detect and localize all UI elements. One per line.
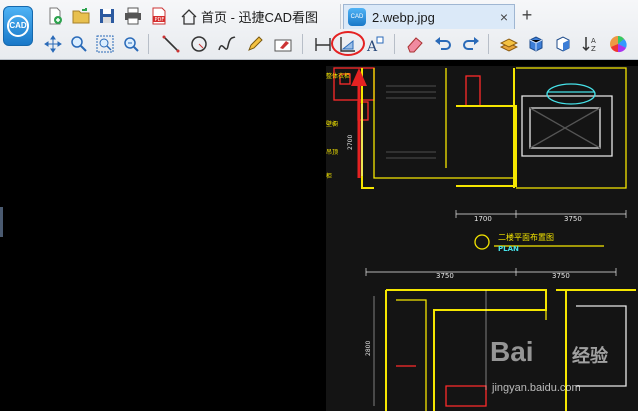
- zoom-window-button[interactable]: [94, 33, 116, 55]
- circle-icon: [191, 36, 207, 52]
- toolbar: CAD PDF 首页 - 迅捷CAD看图 CAD 2.webp.jpg × +: [0, 0, 638, 60]
- eraser-icon: [407, 37, 423, 53]
- save-button[interactable]: [96, 5, 118, 27]
- pencil-button[interactable]: [244, 33, 266, 55]
- plan-title: 二楼平面布置图: [498, 232, 554, 242]
- open-folder-icon: [72, 8, 90, 24]
- new-tab-button[interactable]: +: [517, 5, 537, 25]
- zoom-window-icon: [96, 35, 114, 53]
- dimension-label: 3750: [552, 272, 570, 280]
- dimension-label: 3750: [436, 272, 454, 280]
- drawing-note: 整体衣柜: [326, 72, 350, 80]
- print-icon: [125, 7, 141, 25]
- measure-linear-icon: [315, 38, 331, 51]
- svg-text:PDF: PDF: [155, 17, 165, 23]
- text-button[interactable]: A: [364, 33, 386, 55]
- tab-home[interactable]: 首页 - 迅捷CAD看图: [176, 4, 341, 29]
- erase-text-button[interactable]: [272, 33, 294, 55]
- pan-icon: [44, 35, 62, 53]
- svg-text:A: A: [591, 37, 596, 45]
- plan-subtitle: PLAN: [498, 245, 519, 253]
- close-tab-button[interactable]: ×: [500, 9, 508, 25]
- zoom-icon: [71, 36, 87, 52]
- sort-icon: AZ: [582, 37, 596, 53]
- line-icon: [162, 35, 180, 53]
- toolbar-separator: [302, 34, 303, 54]
- open-button[interactable]: [70, 5, 92, 27]
- sort-button[interactable]: AZ: [580, 33, 602, 55]
- 3d-box-button[interactable]: [525, 33, 547, 55]
- app-window: CAD PDF 首页 - 迅捷CAD看图 CAD 2.webp.jpg × +: [0, 0, 638, 411]
- dimension-label: 3750: [564, 215, 582, 223]
- line-button[interactable]: [160, 33, 182, 55]
- circle-button[interactable]: [188, 33, 210, 55]
- highlight-circle: [331, 31, 365, 56]
- erase-text-icon: [274, 39, 292, 52]
- toolbar-separator: [148, 34, 149, 54]
- 3d-view-icon: [556, 36, 570, 52]
- layers-button[interactable]: [498, 33, 520, 55]
- color-picker-button[interactable]: [607, 33, 629, 55]
- watermark-url: jingyan.baidu.com: [492, 382, 581, 394]
- redo-button[interactable]: [460, 33, 482, 55]
- new-file-icon: [49, 7, 62, 25]
- cad-file-icon: CAD: [348, 8, 366, 26]
- undo-icon: [435, 37, 451, 50]
- toolbar-separator: [488, 34, 489, 54]
- print-button[interactable]: [122, 5, 144, 27]
- tab-file[interactable]: CAD 2.webp.jpg ×: [343, 4, 515, 29]
- 3d-view-button[interactable]: [552, 33, 574, 55]
- new-file-button[interactable]: [44, 5, 66, 27]
- export-pdf-button[interactable]: PDF: [148, 5, 170, 27]
- spline-icon: [218, 36, 236, 51]
- tab-file-label: 2.webp.jpg: [372, 9, 435, 25]
- eraser-button[interactable]: [404, 33, 426, 55]
- pan-button[interactable]: [42, 33, 64, 55]
- zoom-previous-button[interactable]: [120, 33, 142, 55]
- watermark-brand-suffix: 经验: [572, 346, 608, 366]
- layers-icon: [500, 38, 518, 52]
- drawing-note: 柜: [326, 172, 332, 180]
- baidu-jingyan-watermark: Bai 经验 jingyan.baidu.com: [490, 336, 635, 406]
- 3d-box-icon: [529, 36, 543, 52]
- save-icon: [100, 9, 114, 23]
- drawing-note: 壁橱: [326, 120, 338, 128]
- home-icon: [181, 8, 197, 25]
- zoom-previous-icon: [124, 37, 139, 52]
- svg-text:Z: Z: [591, 45, 596, 53]
- logo-text: CAD: [7, 15, 29, 37]
- panel-resize-handle[interactable]: [0, 207, 3, 237]
- text-icon: A: [366, 36, 384, 53]
- spline-button[interactable]: [216, 33, 238, 55]
- color-wheel-icon: [610, 36, 627, 53]
- dimension-label: 1700: [474, 215, 492, 223]
- tab-home-label: 首页 - 迅捷CAD看图: [201, 10, 319, 25]
- red-arrow-annotation: [351, 68, 367, 178]
- toolbar-separator: [394, 34, 395, 54]
- zoom-button[interactable]: [68, 33, 90, 55]
- watermark-brand: Bai: [490, 336, 534, 367]
- app-logo[interactable]: CAD: [3, 6, 33, 46]
- redo-icon: [463, 37, 479, 50]
- undo-button[interactable]: [432, 33, 454, 55]
- drawing-note: 吊顶: [326, 149, 338, 156]
- dimension-label: 2800: [365, 341, 372, 356]
- pdf-icon: PDF: [152, 7, 166, 25]
- svg-text:A: A: [366, 39, 378, 53]
- pencil-icon: [248, 36, 263, 51]
